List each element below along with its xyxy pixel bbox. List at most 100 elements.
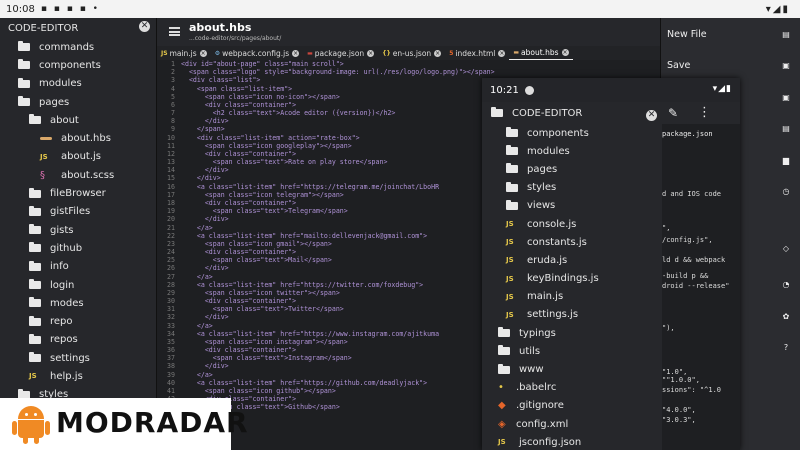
tree-item[interactable]: about [0, 111, 156, 129]
tab-close-icon[interactable]: × [199, 49, 207, 57]
tree-item[interactable]: info [0, 258, 156, 276]
save-as-icon[interactable]: ▣ [781, 93, 791, 102]
line-text: <div class="container"> [181, 149, 297, 158]
tree-item[interactable]: fileBrowser [0, 184, 156, 202]
tree-item[interactable]: modules [482, 142, 662, 160]
tree-item[interactable]: ◈ config.xml [482, 415, 662, 433]
line-text: </div> [181, 362, 229, 371]
overlay-code-snippet: /config.js", [662, 236, 713, 244]
tree-item[interactable]: modes [0, 294, 156, 312]
line-text: <span class="text">Instagram</span> [181, 354, 352, 363]
line-text: <div id="about-page" class="main scroll"… [181, 60, 344, 69]
settings-icon[interactable]: ✿ [781, 312, 791, 321]
folder-icon [506, 163, 518, 174]
tree-item-label: components [39, 59, 101, 71]
line-text: <span class="icon gmail"></span> [181, 239, 332, 248]
code-line: 1 <div id="about-page" class="main scroll… [157, 60, 660, 68]
tree-item[interactable]: JS console.js [482, 215, 662, 233]
menu-icon[interactable] [169, 27, 180, 36]
tab-close-icon[interactable]: × [367, 49, 375, 57]
tree-item[interactable]: settings [0, 349, 156, 367]
overlay-close-icon[interactable]: ✕ [646, 110, 657, 121]
tree-item[interactable]: JS jsconfig.json [482, 433, 662, 450]
tree-item[interactable]: JS constants.js [482, 233, 662, 251]
tree-item[interactable]: styles [482, 179, 662, 197]
tree-item[interactable]: pages [0, 93, 156, 111]
tree-item[interactable]: repo [0, 312, 156, 330]
file-tab[interactable]: 5 index.html × [445, 46, 509, 60]
tab-label: main.js [169, 48, 197, 58]
tree-item-label: help.js [50, 370, 83, 382]
tab-close-icon[interactable]: × [292, 49, 300, 57]
close-icon[interactable]: ✕ [139, 21, 150, 32]
open-icon[interactable]: ▤ [781, 124, 791, 133]
overlay-tab-package-json[interactable]: package.json [662, 130, 713, 138]
file-tab[interactable]: ⚙ webpack.config.js × [211, 46, 303, 60]
tree-item[interactable]: JS main.js [482, 288, 662, 306]
tree-item[interactable]: modules [0, 75, 156, 93]
edit-pen-icon[interactable]: ✎ [668, 106, 678, 120]
tree-item-label: eruda.js [527, 254, 568, 266]
folder-icon[interactable]: ▆ [781, 156, 791, 165]
save-menu-item[interactable]: Save [667, 60, 690, 71]
line-number: 22 [167, 231, 175, 240]
folder-icon [18, 96, 30, 107]
tree-item-label: settings.js [527, 309, 579, 321]
tree-item[interactable]: views [482, 197, 662, 215]
js-file-icon: JS [506, 274, 514, 283]
tree-item-label: .gitignore [516, 400, 564, 412]
tree-item[interactable]: github [0, 239, 156, 257]
tree-item[interactable]: utils [482, 342, 662, 360]
line-text: <a class="list-item" href="https://twitt… [181, 280, 424, 289]
line-number: 35 [167, 337, 175, 346]
file-tab[interactable]: ▬ package.json × [303, 46, 378, 60]
sync-icon [524, 85, 534, 95]
tree-item[interactable]: components [0, 56, 156, 74]
js-file-icon: JS [498, 438, 506, 447]
tree-item[interactable]: JS settings.js [482, 306, 662, 324]
tree-item[interactable]: typings [482, 324, 662, 342]
tree-item[interactable]: § about.scss [0, 166, 156, 184]
tree-item[interactable]: JS eruda.js [482, 251, 662, 269]
js-file-icon: JS [506, 220, 514, 229]
file-tab[interactable]: JS main.js × [157, 46, 211, 60]
tab-close-icon[interactable]: × [561, 49, 569, 56]
tree-item[interactable]: components [482, 124, 662, 142]
line-number: 24 [167, 248, 175, 257]
tree-item[interactable]: login [0, 276, 156, 294]
tree-item[interactable]: JS keyBindings.js [482, 270, 662, 288]
tree-item[interactable]: commands [0, 38, 156, 56]
tree-item-label: config.xml [516, 418, 569, 430]
overlay-code-snippet: "), [662, 324, 675, 332]
tree-item[interactable]: JS about.js [0, 148, 156, 166]
tab-close-icon[interactable]: × [498, 49, 506, 57]
tree-item[interactable]: www [482, 360, 662, 378]
line-number: 21 [167, 223, 175, 232]
tree-item[interactable]: ◆ .gitignore [482, 397, 662, 415]
save-icon[interactable]: ▣ [781, 61, 791, 70]
tree-item[interactable]: gists [0, 221, 156, 239]
tab-close-icon[interactable]: × [434, 49, 442, 57]
tree-item-label: info [50, 261, 69, 273]
line-number: 8 [171, 117, 175, 126]
line-text: </div> [181, 215, 229, 224]
github-icon[interactable]: ◔ [781, 280, 791, 289]
tree-item[interactable]: JS help.js [0, 367, 156, 385]
code-icon[interactable]: ◇ [781, 244, 791, 253]
tree-item-label: about.hbs [61, 133, 111, 145]
help-icon[interactable]: ? [781, 343, 791, 352]
file-tab[interactable]: {} en-us.json × [378, 46, 445, 60]
tree-item[interactable]: pages [482, 160, 662, 178]
signal-battery-icons: ▾◢▮ [765, 3, 790, 15]
history-icon[interactable]: ◷ [781, 187, 791, 196]
tree-item[interactable]: about.hbs [0, 129, 156, 147]
file-tab[interactable]: ▬ about.hbs × [509, 46, 573, 60]
tree-item[interactable]: repos [0, 331, 156, 349]
tree-item[interactable]: gistFiles [0, 203, 156, 221]
new-file-icon[interactable]: ▤ [781, 30, 791, 39]
new-file-menu-item[interactable]: New File [667, 29, 707, 40]
overlay-code-snippet: "3.0.3", [662, 416, 696, 424]
tree-item[interactable]: • .babelrc [482, 379, 662, 397]
line-text: <a class="list-item" href="https://www.i… [181, 329, 440, 338]
more-options-icon[interactable]: ⋮ [698, 105, 711, 120]
